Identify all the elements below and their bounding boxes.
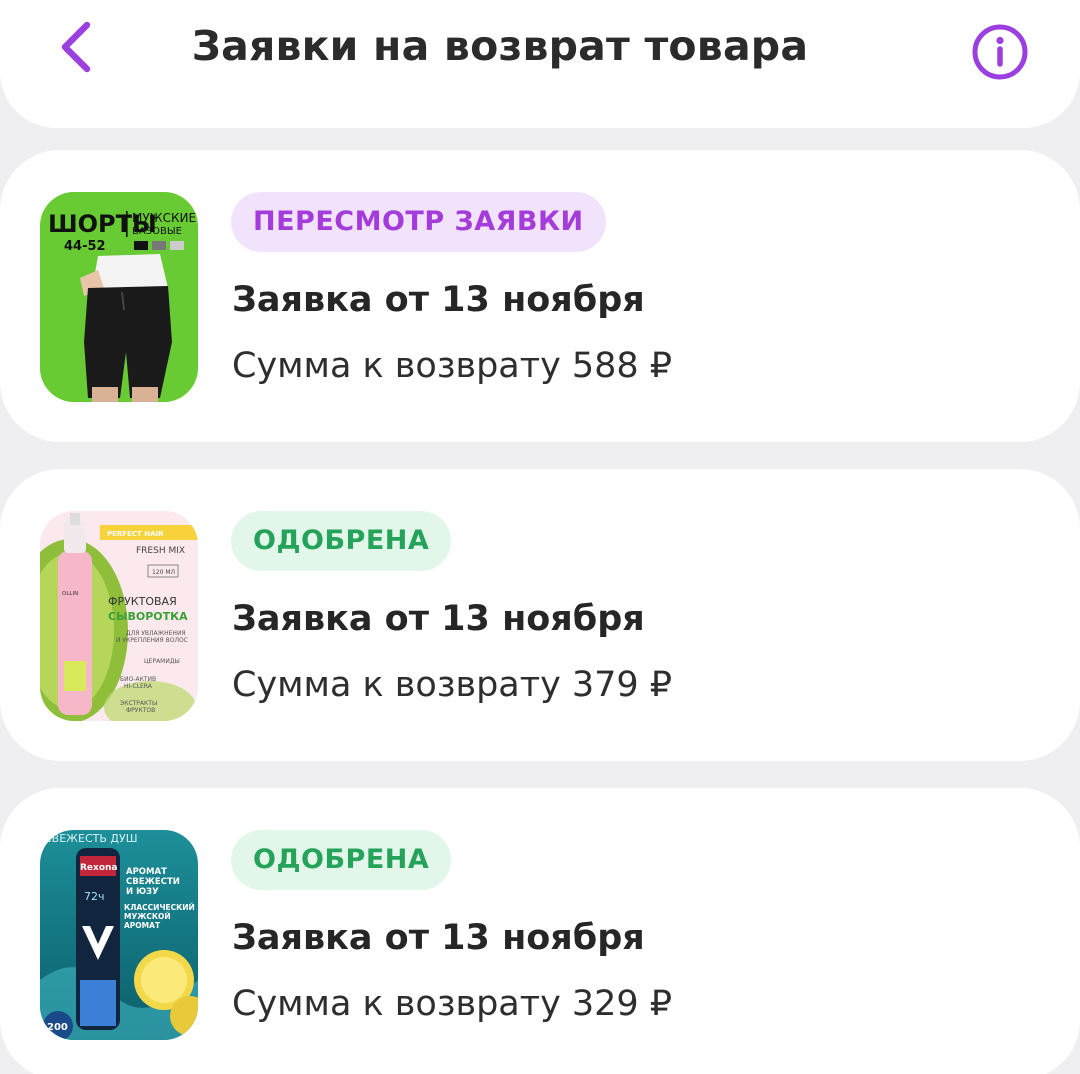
product-image-text: АРОМАТ (126, 867, 167, 877)
product-image-text: АРОМАТ (124, 921, 161, 930)
refund-amount-value: 329 ₽ (571, 984, 673, 1024)
refund-amount-label: Сумма к возврату (232, 665, 561, 705)
product-image-text: ФРУКТОВАЯ (108, 595, 177, 608)
product-image-text: FRESH MIX (136, 546, 185, 556)
product-image-text: OLLIN (62, 591, 78, 597)
product-image-text: ЭКСТРАКТЫ (120, 700, 157, 707)
info-button[interactable] (966, 20, 1034, 88)
refund-amount: Сумма к возврату 588 ₽ (232, 346, 672, 386)
product-image-shorts: ШОРТЫ МУЖСКИЕ БАЗОВЫЕ 44-52 (40, 192, 198, 402)
request-title: Заявка от 13 ноября (232, 918, 645, 958)
product-image-deodorant: СВЕЖЕСТЬ ДУШ Rexona 72ч АРОМАТ СВЕЖЕСТИ … (40, 830, 198, 1040)
product-image-text: СВЕЖЕСТЬ ДУШ (44, 832, 137, 845)
product-image-hair-serum: OLLIN PERFECT HAIR FRESH MIX 120 МЛ ФРУК… (40, 511, 198, 721)
product-image-text: Rexona (80, 863, 118, 873)
request-title: Заявка от 13 ноября (232, 599, 645, 639)
product-image-text: БАЗОВЫЕ (132, 226, 182, 237)
page-title: Заявки на возврат товара (191, 22, 809, 70)
product-image-text: 120 МЛ (152, 569, 175, 576)
product-image-text: ЦЕРАМИДЫ (144, 658, 180, 665)
product-image-text: КЛАССИЧЕСКИЙ (124, 903, 195, 912)
info-circle-icon (970, 22, 1030, 86)
status-badge: ПЕРЕСМОТР ЗАЯВКИ (231, 192, 606, 252)
product-image-text: ФРУКТОВ (126, 707, 155, 714)
top-bar: Заявки на возврат товара (0, 0, 1080, 128)
status-badge: ОДОБРЕНА (231, 830, 452, 890)
return-request-card[interactable]: ШОРТЫ МУЖСКИЕ БАЗОВЫЕ 44-52 ПЕРЕСМОТР ЗА… (0, 150, 1080, 442)
product-image-text: СЫВОРОТКА (108, 610, 188, 623)
chevron-left-icon (55, 19, 95, 79)
product-image-text: МУЖСКОЙ (124, 912, 171, 921)
product-image-text: ДЛЯ УВЛАЖНЕНИЯ (126, 630, 186, 637)
product-image-text: БИО-АКТИВ (120, 676, 156, 683)
product-image-text: 200 (47, 1022, 68, 1033)
product-image-text: 44-52 (64, 239, 106, 254)
refund-amount-label: Сумма к возврату (232, 346, 561, 386)
product-image-text: 72ч (84, 890, 105, 903)
request-title: Заявка от 13 ноября (232, 280, 645, 320)
return-request-card[interactable]: СВЕЖЕСТЬ ДУШ Rexona 72ч АРОМАТ СВЕЖЕСТИ … (0, 788, 1080, 1074)
product-image-text: HI-CLERA (124, 683, 153, 690)
product-image-text: И ЮЗУ (126, 887, 159, 897)
returns-page: Заявки на возврат товара ШОРТЫ МУЖСКИЕ Б… (0, 0, 1080, 1074)
refund-amount-value: 379 ₽ (571, 665, 673, 705)
status-badge: ОДОБРЕНА (231, 511, 452, 571)
product-image-text: СВЕЖЕСТИ (126, 877, 180, 887)
return-request-card[interactable]: OLLIN PERFECT HAIR FRESH MIX 120 МЛ ФРУК… (0, 469, 1080, 761)
refund-amount-value: 588 ₽ (571, 346, 673, 386)
product-image-text: МУЖСКИЕ (132, 211, 196, 225)
refund-amount: Сумма к возврату 379 ₽ (232, 665, 672, 705)
refund-amount: Сумма к возврату 329 ₽ (232, 984, 672, 1024)
product-image-text: И УКРЕПЛЕНИЯ ВОЛОС (116, 637, 188, 644)
refund-amount-label: Сумма к возврату (232, 984, 561, 1024)
product-image-text: PERFECT HAIR (107, 530, 164, 538)
back-button[interactable] (42, 16, 108, 82)
